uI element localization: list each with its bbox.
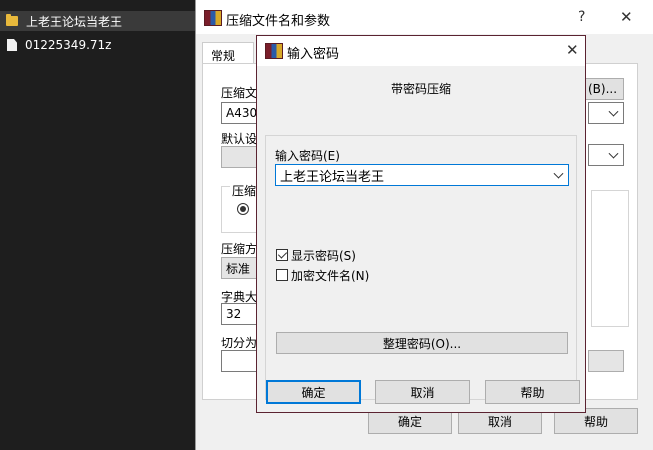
organize-passwords-button[interactable]: 整理密码(O)... — [276, 332, 568, 354]
password-input[interactable]: 上老王论坛当老王 — [275, 164, 569, 186]
enter-password-dialog: 输入密码 ✕ 带密码压缩 输入密码(E) 上老王论坛当老王 显示密码(S) 加密… — [256, 35, 586, 413]
help-icon[interactable]: ? — [578, 9, 585, 25]
explorer-item-label: 01225349.71z — [25, 38, 112, 52]
file-icon — [7, 39, 17, 51]
compression-method-label: 压缩方 — [221, 242, 258, 256]
chevron-down-icon — [553, 168, 564, 179]
archive-format-label: 压缩 — [230, 182, 259, 199]
password-value: 上老王论坛当老王 — [280, 169, 385, 185]
encrypt-filenames-label: 加密文件名(N) — [291, 269, 370, 283]
browse-button[interactable]: (B)... — [584, 78, 624, 100]
explorer-item-label: 上老王论坛当老王 — [26, 14, 123, 29]
show-password-label: 显示密码(S) — [291, 249, 356, 263]
archive-name-dropdown[interactable] — [588, 102, 624, 124]
cancel-button[interactable]: 取消 — [375, 380, 470, 404]
tab-general[interactable]: 常规 — [202, 42, 254, 65]
format-radio[interactable] — [237, 203, 249, 215]
archive-name-label: 压缩文 — [221, 86, 258, 100]
dialog-title: 输入密码 — [287, 47, 340, 62]
close-icon[interactable]: ✕ — [620, 8, 633, 26]
title-bar: 压缩文件名和参数 ? ✕ — [196, 0, 653, 34]
ok-button[interactable]: 确定 — [266, 380, 361, 404]
default-settings-label: 默认设 — [221, 132, 258, 146]
radio-dot-icon — [240, 206, 246, 212]
winrar-icon — [265, 43, 283, 59]
split-volumes-label: 切分为 — [221, 336, 258, 350]
explorer-item-folder[interactable]: 上老王论坛当老王 — [0, 11, 195, 31]
dialog-heading: 带密码压缩 — [390, 82, 451, 96]
winrar-icon — [204, 10, 222, 26]
explorer-item-file[interactable]: 01225349.71z — [0, 35, 195, 55]
tab-general-label: 常规 — [211, 49, 236, 63]
close-icon[interactable]: ✕ — [566, 41, 579, 59]
chevron-down-icon — [608, 148, 619, 159]
window-title: 压缩文件名和参数 — [226, 14, 331, 29]
help-button[interactable]: 帮助 — [485, 380, 580, 404]
file-explorer-panel: 上老王论坛当老王 01225349.71z — [0, 0, 195, 450]
encrypt-filenames-checkbox[interactable] — [276, 269, 288, 281]
set-password-button[interactable] — [588, 350, 624, 372]
password-label: 输入密码(E) — [275, 149, 340, 163]
update-mode-dropdown[interactable] — [588, 144, 624, 166]
show-password-checkbox[interactable] — [276, 249, 288, 261]
chevron-down-icon — [608, 106, 619, 117]
folder-icon — [6, 14, 18, 26]
archive-options-group — [591, 190, 629, 327]
dialog-title-bar: 输入密码 ✕ — [257, 36, 585, 66]
